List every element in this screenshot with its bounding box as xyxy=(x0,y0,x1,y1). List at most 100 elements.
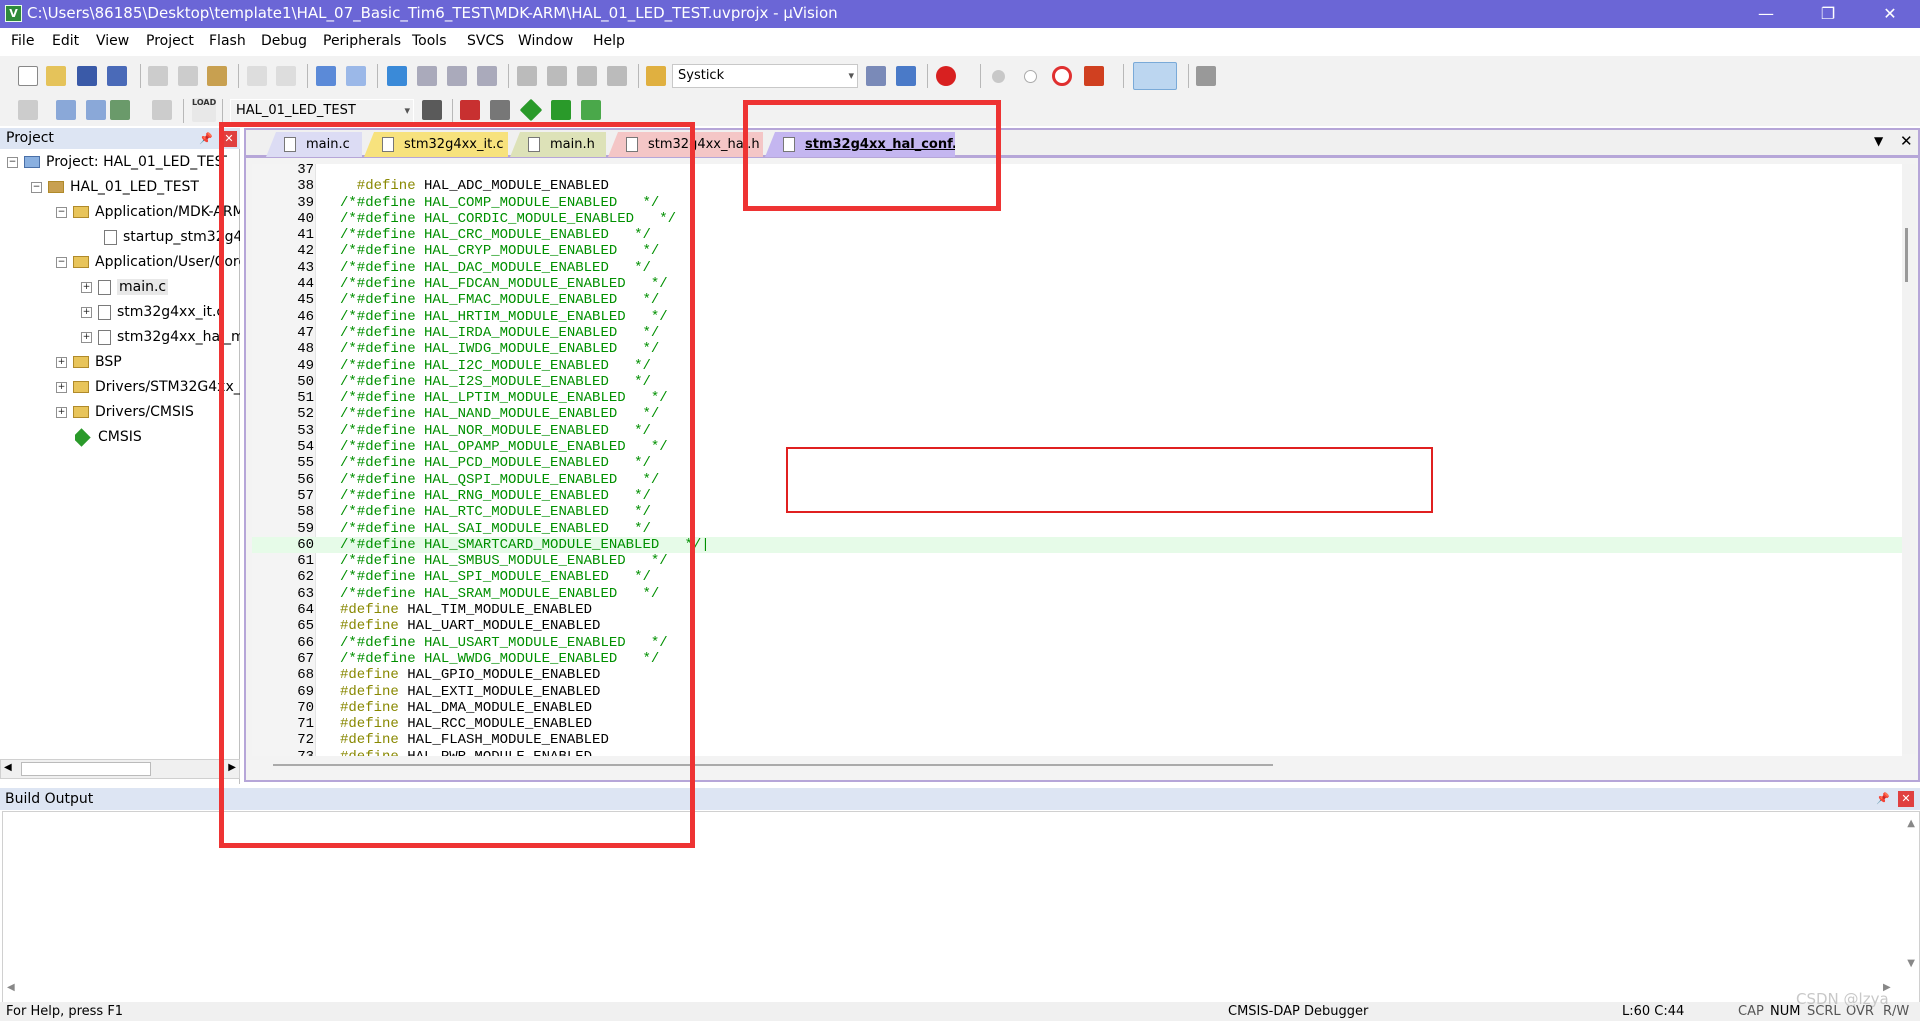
tree-node-folder[interactable]: − Application/User/Core xyxy=(56,251,240,273)
pack-installer-icon[interactable] xyxy=(551,100,571,120)
target-combo[interactable]: HAL_01_LED_TEST ▾ xyxy=(230,99,414,123)
scroll-left-icon[interactable]: ◀ xyxy=(4,762,12,773)
build-icon[interactable] xyxy=(56,100,76,120)
batch-build-icon[interactable] xyxy=(110,100,130,120)
find-in-files-icon[interactable] xyxy=(646,66,666,86)
translate-icon[interactable] xyxy=(18,100,38,120)
find-icon[interactable] xyxy=(866,66,886,86)
breakpoint-icon[interactable] xyxy=(992,70,1005,83)
clear-bookmarks-icon[interactable] xyxy=(477,66,497,86)
menu-file[interactable]: File xyxy=(11,33,34,49)
toolbar-separator xyxy=(222,99,223,123)
debug-session-icon[interactable] xyxy=(936,66,956,86)
title-bar: V C:\Users\86185\Desktop\template1\HAL_0… xyxy=(0,0,1920,28)
window-layout-icon[interactable] xyxy=(1133,62,1177,90)
tree-node-file[interactable]: + stm32g4xx_it.c xyxy=(81,301,240,323)
paste-icon[interactable] xyxy=(207,66,227,86)
restore-button[interactable]: ❐ xyxy=(1798,0,1858,28)
configure-tools-icon[interactable] xyxy=(1196,66,1216,86)
tree-node-file[interactable]: + main.c xyxy=(81,276,240,298)
unindent-icon[interactable] xyxy=(547,66,567,86)
expand-icon[interactable]: + xyxy=(56,356,67,368)
annotation-box-empty xyxy=(786,447,1433,513)
disable-breakpoint-icon[interactable] xyxy=(1024,70,1037,83)
stop-build-icon[interactable] xyxy=(152,100,172,120)
collapse-icon[interactable]: − xyxy=(56,206,67,218)
collapse-icon[interactable]: − xyxy=(7,156,18,168)
open-file-icon[interactable] xyxy=(46,66,66,86)
uncomment-icon[interactable] xyxy=(607,66,627,86)
minimize-button[interactable]: — xyxy=(1736,0,1796,28)
scrollbar-thumb[interactable] xyxy=(21,762,151,776)
expand-icon[interactable]: + xyxy=(81,281,92,293)
tree-node-folder[interactable]: + BSP xyxy=(56,351,240,373)
prev-bookmark-icon[interactable] xyxy=(417,66,437,86)
manage-rte-icon[interactable] xyxy=(519,98,543,122)
next-bookmark-icon[interactable] xyxy=(447,66,467,86)
menu-svcs[interactable]: SVCS xyxy=(467,33,504,49)
copy-icon[interactable] xyxy=(178,66,198,86)
redo-icon[interactable] xyxy=(276,66,296,86)
expand-icon[interactable]: + xyxy=(56,381,67,393)
scroll-up-icon[interactable]: ▲ xyxy=(1907,818,1915,829)
project-panel: Project 📌 ✕ − Project: HAL_01_LED_TEST − H… xyxy=(0,128,240,784)
menu-edit[interactable]: Edit xyxy=(52,33,79,49)
expand-icon[interactable]: + xyxy=(81,331,92,343)
collapse-icon[interactable]: − xyxy=(31,181,42,193)
menu-peripherals[interactable]: Peripherals xyxy=(323,33,401,49)
cut-icon[interactable] xyxy=(148,66,168,86)
new-file-icon[interactable] xyxy=(18,66,38,86)
select-packs-icon[interactable] xyxy=(490,100,510,120)
build-output-title: Build Output xyxy=(5,791,94,807)
tree-node-file[interactable]: +stm32g4xx_hal_msp.c xyxy=(81,326,240,348)
tree-node-folder[interactable]: − Application/MDK-ARM xyxy=(56,201,240,223)
expand-icon[interactable]: + xyxy=(81,306,92,318)
chevron-down-icon: ▾ xyxy=(404,104,410,117)
manage-project-items-icon[interactable] xyxy=(460,100,480,120)
tree-node-target[interactable]: − HAL_01_LED_TEST xyxy=(31,176,231,198)
event-recorder-icon[interactable] xyxy=(581,100,601,120)
pin-icon[interactable]: 📌 xyxy=(1876,788,1890,810)
function-combo[interactable]: Systick ▾ xyxy=(672,64,858,88)
target-options-icon[interactable] xyxy=(422,100,442,120)
tree-node-cmsis[interactable]: CMSIS xyxy=(75,426,240,448)
close-button[interactable]: ✕ xyxy=(1860,0,1920,28)
menu-debug[interactable]: Debug xyxy=(261,33,307,49)
collapse-icon[interactable]: − xyxy=(56,256,67,268)
pin-icon[interactable]: 📌 xyxy=(199,128,213,149)
tab-dropdown-icon[interactable]: ▼ xyxy=(1874,134,1883,148)
close-tab-icon[interactable]: ✕ xyxy=(1900,132,1913,150)
menu-window[interactable]: Window xyxy=(518,33,573,49)
save-icon[interactable] xyxy=(77,66,97,86)
scrollbar-thumb[interactable] xyxy=(1905,228,1908,282)
download-load-icon[interactable]: LOAD xyxy=(192,98,216,122)
indent-icon[interactable] xyxy=(517,66,537,86)
project-hscrollbar[interactable]: ◀ ▶ xyxy=(0,759,240,779)
editor-vscrollbar[interactable] xyxy=(1902,164,1916,754)
menu-help[interactable]: Help xyxy=(593,33,625,49)
toolbar-separator xyxy=(183,99,184,123)
menu-view[interactable]: View xyxy=(96,33,129,49)
scroll-left-icon[interactable]: ◀ xyxy=(7,982,15,993)
close-panel-icon[interactable]: ✕ xyxy=(1898,791,1914,807)
comment-icon[interactable] xyxy=(577,66,597,86)
menu-tools[interactable]: Tools xyxy=(412,33,447,49)
navigate-forward-icon[interactable] xyxy=(346,66,366,86)
tree-node-folder[interactable]: + Drivers/CMSIS xyxy=(56,401,240,423)
configure-debug-icon[interactable] xyxy=(1084,66,1104,86)
scroll-down-icon[interactable]: ▼ xyxy=(1907,958,1915,969)
target-combo-value: HAL_01_LED_TEST xyxy=(236,103,356,118)
navigate-back-icon[interactable] xyxy=(316,66,336,86)
kill-breakpoints-icon[interactable] xyxy=(1052,66,1072,86)
save-all-icon[interactable] xyxy=(107,66,127,86)
uvision-app-icon: V xyxy=(5,5,22,22)
tree-node-folder[interactable]: +Drivers/STM32G4xx_HAL_Driver xyxy=(56,376,240,398)
undo-icon[interactable] xyxy=(247,66,267,86)
tree-node-project[interactable]: − Project: HAL_01_LED_TEST xyxy=(7,151,227,173)
menu-flash[interactable]: Flash xyxy=(209,33,246,49)
menu-project[interactable]: Project xyxy=(146,33,194,49)
rebuild-icon[interactable] xyxy=(86,100,106,120)
incremental-find-icon[interactable] xyxy=(896,66,916,86)
bookmark-icon[interactable] xyxy=(387,66,407,86)
expand-icon[interactable]: + xyxy=(56,406,67,418)
